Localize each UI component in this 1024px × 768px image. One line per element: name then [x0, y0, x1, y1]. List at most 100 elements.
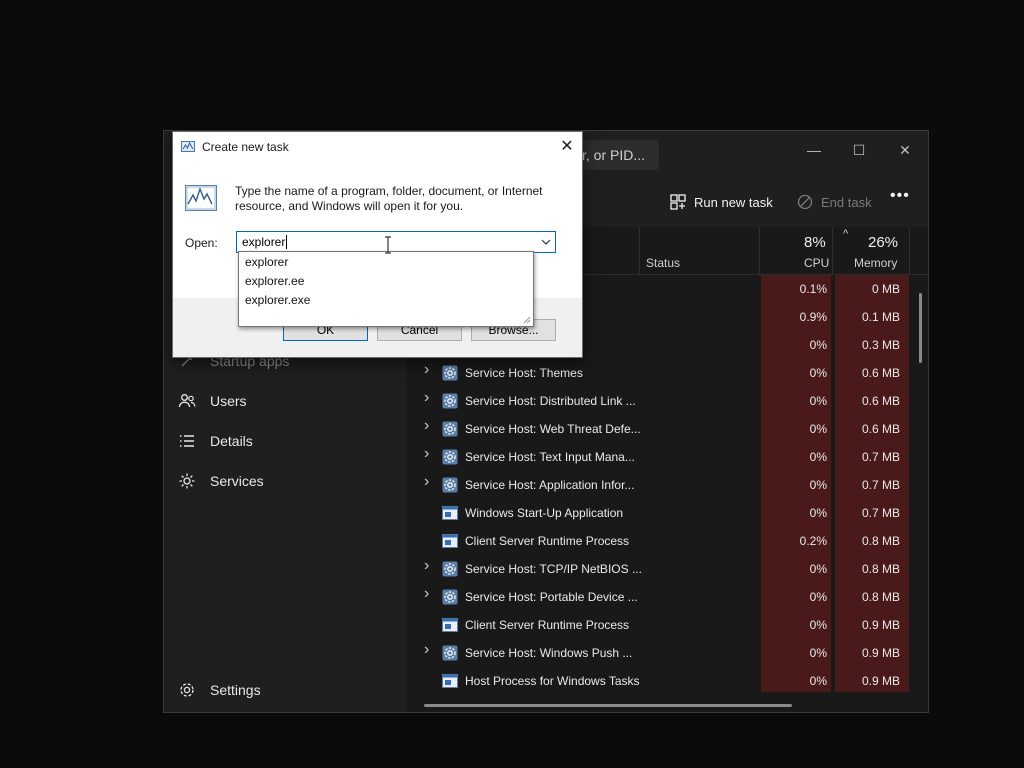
more-options-icon[interactable]: ••• [890, 187, 910, 205]
table-row[interactable]: › Service Host: Distributed Link ... 0% 0.6… [406, 387, 928, 415]
process-name: Service Host: Portable Device ... [465, 590, 638, 604]
memory-percent: 26% [868, 234, 899, 251]
cpu-value: 0% [809, 506, 827, 520]
memory-value: 0.6 MB [861, 422, 900, 436]
desktop-background: r, or PID... — ☐ ✕ Run new task End task [0, 0, 1024, 768]
column-divider [639, 227, 640, 275]
open-combobox[interactable]: explorer [236, 231, 556, 253]
users-icon [178, 394, 196, 408]
sidebar-item-details[interactable]: Details [178, 426, 253, 456]
sidebar-item-label: Settings [210, 682, 261, 698]
table-row[interactable]: Client Server Runtime Process 0% 0.9 MB [406, 611, 928, 639]
gear-icon [442, 365, 458, 381]
process-name: Host Process for Windows Tasks [465, 674, 640, 688]
gear-icon [442, 421, 458, 437]
sidebar-item-users[interactable]: Users [178, 386, 247, 416]
cpu-value: 0% [809, 450, 827, 464]
dialog-titlebar[interactable]: Create new task ✕ [173, 132, 582, 162]
close-icon[interactable]: ✕ [556, 136, 578, 158]
table-row[interactable]: › Service Host: Portable Device ... 0% 0.8 … [406, 583, 928, 611]
cpu-column-header[interactable]: CPU [804, 256, 829, 270]
search-box[interactable]: r, or PID... [574, 140, 659, 170]
cpu-value: 0% [809, 562, 827, 576]
autocomplete-item[interactable]: explorer.exe [245, 293, 310, 307]
memory-value: 0 MB [871, 282, 900, 296]
memory-value: 0.8 MB [861, 562, 900, 576]
memory-value: 0.1 MB [861, 310, 900, 324]
minimize-button[interactable]: — [794, 135, 834, 165]
cpu-value: 0% [809, 478, 827, 492]
end-task-button[interactable]: End task [797, 189, 872, 215]
memory-value: 0.9 MB [861, 646, 900, 660]
details-icon [180, 435, 194, 447]
chevron-right-icon[interactable]: › [424, 361, 429, 379]
table-row[interactable]: Host Process for Windows Tasks 0% 0.9 MB [406, 667, 928, 695]
dialog-description: Type the name of a program, folder, docu… [235, 184, 543, 213]
memory-value: 0.7 MB [861, 506, 900, 520]
table-row[interactable]: › Service Host: Text Input Mana... 0% 0.7 M… [406, 443, 928, 471]
run-new-task-label: Run new task [694, 194, 773, 210]
sidebar-item-label: Details [210, 433, 253, 449]
window-icon [442, 506, 458, 520]
cpu-value: 0% [809, 338, 827, 352]
chevron-right-icon[interactable]: › [424, 641, 429, 659]
close-window-button[interactable]: ✕ [885, 135, 925, 165]
table-row[interactable]: › Service Host: Web Threat Defe... 0% 0.6 M… [406, 415, 928, 443]
memory-value: 0.8 MB [861, 590, 900, 604]
cpu-value: 0% [809, 394, 827, 408]
autocomplete-item[interactable]: explorer [245, 255, 288, 269]
cpu-value: 0% [809, 366, 827, 380]
window-icon [442, 674, 458, 688]
cpu-value: 0% [809, 674, 827, 688]
sidebar-item-settings[interactable]: Settings [178, 675, 261, 705]
cpu-value: 0.2% [799, 534, 827, 548]
maximize-button[interactable]: ☐ [839, 135, 879, 165]
run-new-task-button[interactable]: Run new task [670, 189, 773, 215]
run-dialog-icon [181, 141, 195, 152]
autocomplete-item[interactable]: explorer.ee [245, 274, 304, 288]
chevron-right-icon[interactable]: › [424, 417, 429, 435]
text-cursor-icon [385, 236, 391, 254]
chevron-right-icon[interactable]: › [424, 585, 429, 603]
horizontal-scrollbar[interactable] [424, 704, 792, 707]
chevron-right-icon[interactable]: › [424, 445, 429, 463]
open-input-value[interactable]: explorer [242, 235, 285, 249]
process-name: Service Host: Windows Push ... [465, 646, 633, 660]
table-row[interactable]: › Service Host: TCP/IP NetBIOS ... 0% 0.8 M… [406, 555, 928, 583]
memory-value: 0.7 MB [861, 478, 900, 492]
cpu-value: 0% [809, 646, 827, 660]
column-divider [832, 227, 833, 275]
gear-icon [442, 645, 458, 661]
open-label: Open: [185, 236, 218, 250]
dialog-title: Create new task [202, 140, 289, 154]
process-name: Client Server Runtime Process [465, 534, 630, 548]
process-name: Service Host: Themes [465, 366, 583, 380]
resize-grip-icon[interactable] [521, 314, 531, 324]
process-name: Service Host: Distributed Link ... [465, 394, 636, 408]
vertical-scrollbar[interactable] [919, 293, 922, 363]
chevron-down-icon[interactable] [541, 234, 551, 250]
cpu-percent: 8% [804, 234, 826, 251]
memory-value: 0.6 MB [861, 366, 900, 380]
chevron-right-icon[interactable]: › [424, 557, 429, 575]
chevron-right-icon[interactable]: › [424, 389, 429, 407]
gear-icon [442, 449, 458, 465]
memory-value: 0.6 MB [861, 394, 900, 408]
memory-column-header[interactable]: Memory [854, 256, 897, 270]
autocomplete-dropdown: explorer explorer.ee explorer.exe [238, 251, 534, 327]
gear-icon [442, 589, 458, 605]
table-row[interactable]: Windows Start-Up Application 0% 0.7 MB [406, 499, 928, 527]
table-row[interactable]: Client Server Runtime Process 0.2% 0.8 MB [406, 527, 928, 555]
gear-icon [442, 393, 458, 409]
chevron-right-icon[interactable]: › [424, 473, 429, 491]
memory-value: 0.7 MB [861, 450, 900, 464]
table-row[interactable]: › Service Host: Application Infor... 0% 0.7… [406, 471, 928, 499]
run-task-icon [670, 194, 686, 210]
table-row[interactable]: › Service Host: Windows Push ... 0% 0.9 MB [406, 639, 928, 667]
status-column-header[interactable]: Status [646, 256, 680, 270]
cpu-value: 0% [809, 590, 827, 604]
table-row[interactable]: › Service Host: Themes 0% 0.6 MB [406, 359, 928, 387]
sidebar-item-services[interactable]: Services [178, 466, 264, 496]
memory-value: 0.9 MB [861, 618, 900, 632]
sort-caret-icon: ^ [843, 228, 849, 240]
